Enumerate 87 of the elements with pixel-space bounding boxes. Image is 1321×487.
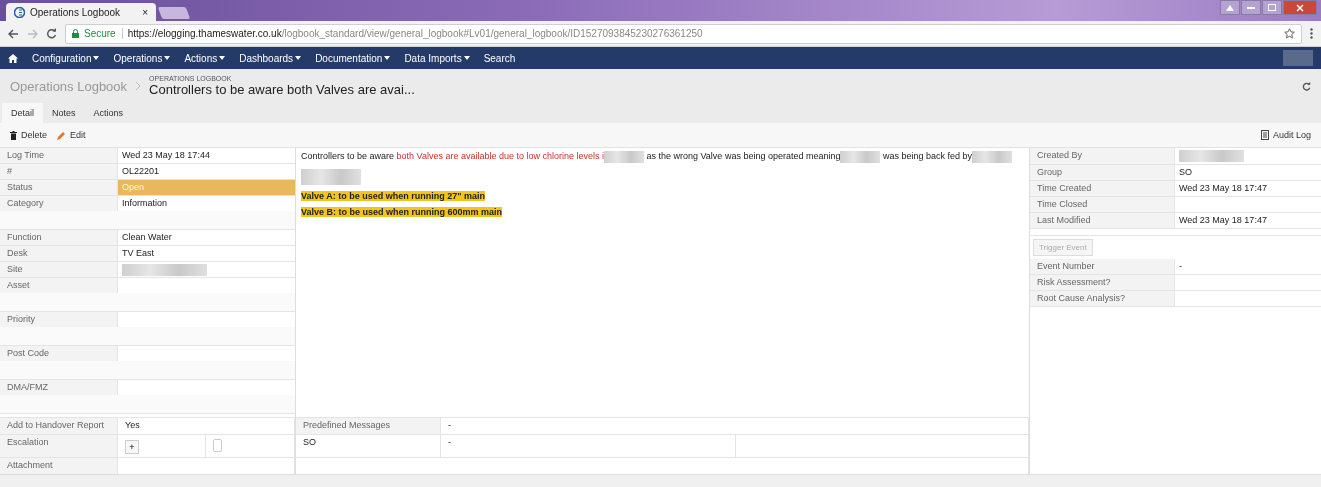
tab-title: Operations Logbook <box>30 6 122 18</box>
checkbox[interactable] <box>213 439 222 452</box>
field-label: Event Number <box>1030 259 1175 274</box>
field-value: Yes <box>118 418 295 434</box>
field-value: SO <box>296 435 441 457</box>
field-label: Escalation <box>0 435 118 457</box>
caret-icon <box>219 56 226 60</box>
minimize-button[interactable] <box>1241 0 1261 15</box>
redacted-block <box>1179 150 1244 162</box>
field-label: Predefined Messages <box>296 418 441 434</box>
field-label: Time Created <box>1030 181 1175 196</box>
field-label: Desk <box>0 246 118 261</box>
field-value: Information <box>118 196 295 211</box>
refresh-icon[interactable] <box>1302 81 1311 91</box>
field-value: - <box>441 418 1029 434</box>
field-label: Priority <box>0 312 118 327</box>
trash-icon <box>10 130 17 140</box>
message-text: Controllers to be aware both Valves are available due to low chlorine levels i as the wrong Valve was being operated meaning was being back fed by <box>301 151 1024 163</box>
nav-menu-item[interactable]: Actions <box>184 52 226 64</box>
home-icon[interactable] <box>8 53 18 63</box>
redacted-block <box>604 151 644 163</box>
tab[interactable]: Actions <box>84 103 133 123</box>
user-icon <box>1226 4 1234 11</box>
document-icon <box>1260 130 1269 140</box>
caret-icon <box>463 56 470 60</box>
tab[interactable]: Notes <box>43 103 85 123</box>
tab[interactable]: Detail <box>2 103 43 123</box>
nav-menu-item[interactable]: Configuration <box>32 52 100 64</box>
reload-icon[interactable] <box>46 28 57 39</box>
caret-icon <box>384 56 391 60</box>
field-label: Site <box>0 262 118 277</box>
close-window-button[interactable] <box>1283 0 1317 15</box>
nav-menu-item[interactable]: Data Imports <box>404 52 470 64</box>
nav-menu-item[interactable]: Documentation <box>315 52 391 64</box>
field-label: Category <box>0 196 118 211</box>
close-icon <box>1296 3 1304 12</box>
user-button[interactable] <box>1220 0 1240 15</box>
field-label: Add to Handover Report <box>0 418 118 434</box>
field-label: Status <box>0 180 118 195</box>
secure-label: Secure <box>84 28 123 39</box>
logo-icon <box>14 6 25 18</box>
highlighted-note: Valve A: to be used when running 27" main <box>301 191 485 201</box>
edit-button[interactable]: Edit <box>57 130 86 140</box>
star-icon[interactable] <box>1284 28 1295 39</box>
lock-icon <box>72 29 79 38</box>
nav-menu-item[interactable]: Search <box>483 52 516 64</box>
field-label: Group <box>1030 165 1175 180</box>
field-label: Post Code <box>0 346 118 361</box>
field-label: Attachment <box>0 458 118 474</box>
new-tab-button[interactable] <box>157 7 191 19</box>
redacted-block <box>972 151 1013 163</box>
nav-menu-item[interactable]: Dashboards <box>239 52 302 64</box>
browser-tab[interactable]: Operations Logbook × <box>6 3 156 21</box>
chevron-icon <box>135 81 142 91</box>
nav-menu-item[interactable]: Operations <box>113 52 171 64</box>
redacted-block <box>1283 50 1313 66</box>
field-label: Risk Assessment? <box>1030 275 1175 290</box>
field-label: Asset <box>0 278 118 293</box>
field-label: Log Time <box>0 148 118 163</box>
delete-button[interactable]: Delete <box>10 130 47 140</box>
maximize-button[interactable] <box>1262 0 1282 15</box>
page-title: Controllers to be aware both Valves are avai... <box>149 82 415 97</box>
close-button[interactable]: × <box>142 6 148 18</box>
field-value: - <box>441 435 736 457</box>
caret-icon <box>93 56 100 60</box>
field-label: Created By <box>1030 148 1175 164</box>
pencil-icon <box>57 130 66 140</box>
maximize-icon <box>1268 4 1276 11</box>
field-value: Open <box>118 180 295 195</box>
redacted-block <box>840 151 881 163</box>
audit-log-button[interactable]: Audit Log <box>1260 130 1311 140</box>
menu-icon[interactable] <box>1310 28 1313 39</box>
field-label: Root Cause Analysis? <box>1030 291 1175 306</box>
highlighted-note: Valve B: to be used when running 600mm main <box>301 207 503 217</box>
field-label: Function <box>0 230 118 245</box>
field-label: # <box>0 164 118 179</box>
back-icon[interactable] <box>8 28 19 39</box>
field-label: Last Modified <box>1030 213 1175 228</box>
add-button[interactable]: + <box>125 440 139 454</box>
field-label: DMA/FMZ <box>0 380 118 395</box>
field-label: Time Closed <box>1030 197 1175 212</box>
redacted-block <box>301 169 361 185</box>
url-text: https://elogging.thameswater.co.uk/logbook_standard/view/general_logbook#Lv01/general_logbook/ID1527093845230276361250 <box>127 28 703 39</box>
caret-icon <box>164 56 171 60</box>
minimize-icon <box>1247 6 1255 9</box>
address-bar[interactable]: Secure https://elogging.thameswater.co.uk/logbook_standard/view/general_logbook#Lv01/general_logbook/ID1527093845230276361250 <box>65 23 1302 44</box>
caret-icon <box>295 56 302 60</box>
